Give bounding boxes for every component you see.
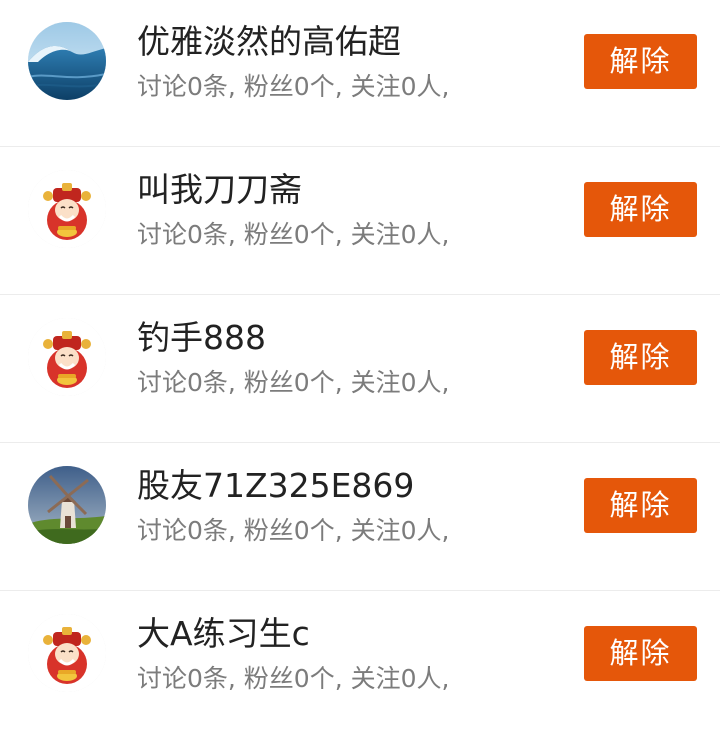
user-stats: 讨论0条, 粉丝0个, 关注0人, bbox=[137, 368, 450, 397]
blocked-user-list: 优雅淡然的高佑超 讨论0条, 粉丝0个, 关注0人, 解除 叫我刀刀斋 讨论0条… bbox=[0, 0, 720, 739]
user-stats: 讨论0条, 粉丝0个, 关注0人, bbox=[137, 516, 450, 545]
avatar[interactable] bbox=[28, 22, 106, 100]
list-item[interactable]: 大A练习生c 讨论0条, 粉丝0个, 关注0人, 解除 bbox=[0, 592, 720, 739]
god-of-wealth-avatar bbox=[28, 614, 106, 692]
user-stats: 讨论0条, 粉丝0个, 关注0人, bbox=[137, 72, 450, 101]
windmill-avatar bbox=[28, 466, 106, 544]
unblock-button[interactable]: 解除 bbox=[584, 34, 697, 89]
avatar[interactable] bbox=[28, 614, 106, 692]
user-name[interactable]: 钓手888 bbox=[137, 316, 266, 360]
avatar[interactable] bbox=[28, 466, 106, 544]
user-name[interactable]: 大A练习生c bbox=[137, 612, 310, 656]
list-item[interactable]: 股友71Z325E869 讨论0条, 粉丝0个, 关注0人, 解除 bbox=[0, 444, 720, 591]
avatar[interactable] bbox=[28, 170, 106, 248]
user-stats: 讨论0条, 粉丝0个, 关注0人, bbox=[137, 220, 450, 249]
divider bbox=[0, 146, 720, 147]
god-of-wealth-avatar bbox=[28, 170, 106, 248]
avatar[interactable] bbox=[28, 318, 106, 396]
divider bbox=[0, 294, 720, 295]
list-item[interactable]: 钓手888 讨论0条, 粉丝0个, 关注0人, 解除 bbox=[0, 296, 720, 443]
unblock-button[interactable]: 解除 bbox=[584, 330, 697, 385]
user-stats: 讨论0条, 粉丝0个, 关注0人, bbox=[137, 664, 450, 693]
divider bbox=[0, 590, 720, 591]
unblock-button[interactable]: 解除 bbox=[584, 182, 697, 237]
divider bbox=[0, 442, 720, 443]
list-item[interactable]: 叫我刀刀斋 讨论0条, 粉丝0个, 关注0人, 解除 bbox=[0, 148, 720, 295]
unblock-button[interactable]: 解除 bbox=[584, 626, 697, 681]
list-item[interactable]: 优雅淡然的高佑超 讨论0条, 粉丝0个, 关注0人, 解除 bbox=[0, 0, 720, 147]
user-name[interactable]: 股友71Z325E869 bbox=[137, 464, 414, 508]
user-name[interactable]: 优雅淡然的高佑超 bbox=[137, 20, 401, 64]
user-name[interactable]: 叫我刀刀斋 bbox=[137, 168, 302, 212]
unblock-button[interactable]: 解除 bbox=[584, 478, 697, 533]
ocean-wave-avatar bbox=[28, 22, 106, 100]
god-of-wealth-avatar bbox=[28, 318, 106, 396]
